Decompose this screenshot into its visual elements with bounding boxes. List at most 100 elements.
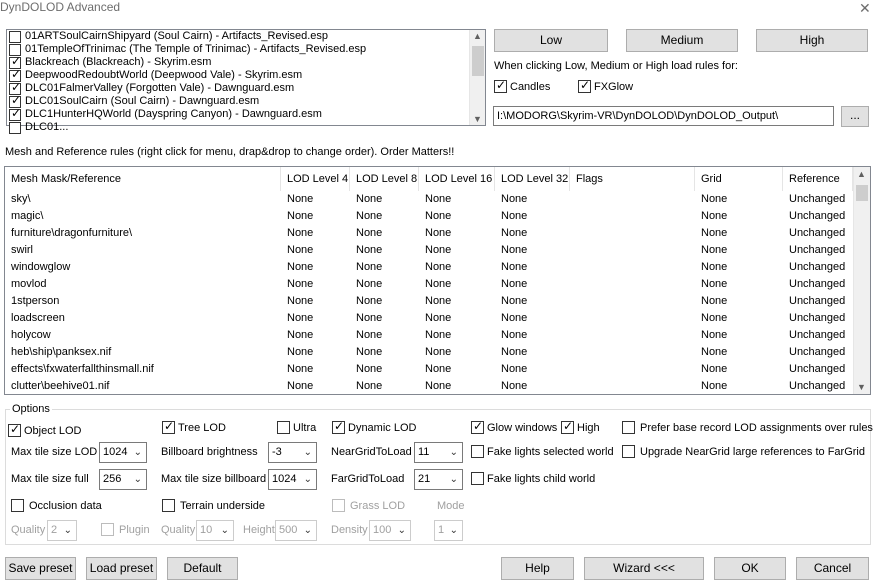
- fxglow-check-icon[interactable]: [578, 78, 591, 93]
- fake-lights-child-label: Fake lights child world: [487, 472, 596, 485]
- upgrade-neargrid-check-icon[interactable]: [622, 445, 635, 458]
- max-tile-size-lod-select[interactable]: 1024 ⌄: [99, 442, 147, 463]
- table-cell: None: [287, 227, 314, 239]
- worldspace-list-item[interactable]: DeepwoodRedoubtWorld (Deepwood Vale) - S…: [7, 68, 485, 82]
- rules-caption: Mesh and Reference rules (right click fo…: [5, 146, 455, 158]
- fxglow-checkbox[interactable]: FXGlow: [578, 78, 633, 93]
- high-button[interactable]: High: [756, 29, 868, 52]
- close-icon[interactable]: ✕: [859, 0, 871, 17]
- fake-lights-child-checkbox[interactable]: Fake lights child world: [471, 472, 595, 485]
- load-preset-button[interactable]: Load preset: [86, 557, 157, 580]
- table-cell: [570, 225, 695, 242]
- save-preset-button[interactable]: Save preset: [5, 557, 76, 580]
- wizard-button[interactable]: Wizard <<<: [584, 557, 704, 580]
- worldspace-list-item[interactable]: DLC1HunterHQWorld (Dayspring Canyon) - D…: [7, 107, 485, 121]
- worldspace-list-item[interactable]: 01ARTSoulCairnShipyard (Soul Cairn) - Ar…: [7, 30, 485, 43]
- upgrade-neargrid-checkbox[interactable]: Upgrade NearGrid large references to Far…: [622, 445, 865, 458]
- scrollbar-thumb[interactable]: [856, 185, 868, 201]
- occlusion-data-checkbox[interactable]: Occlusion data: [11, 499, 102, 512]
- candles-checkbox[interactable]: Candles: [494, 78, 550, 93]
- fake-lights-selected-checkbox[interactable]: Fake lights selected world: [471, 445, 614, 458]
- column-header[interactable]: LOD Level 16: [419, 167, 495, 191]
- column-header[interactable]: Grid: [695, 167, 783, 191]
- worldspace-list-item[interactable]: 01TempleOfTrinimac (The Temple of Trinim…: [7, 43, 485, 56]
- object-lod-checkbox[interactable]: Object LOD: [8, 422, 81, 437]
- table-cell: magic\: [11, 210, 44, 222]
- worldspace-list-item[interactable]: Blackreach (Blackreach) - Skyrim.esm: [7, 55, 485, 69]
- dynamic-lod-checkbox[interactable]: Dynamic LOD: [332, 419, 416, 434]
- output-path-input[interactable]: I:\MODORG\Skyrim-VR\DynDOLOD\DynDOLOD_Ou…: [493, 106, 834, 126]
- worldspace-list-item[interactable]: DLC01SoulCairn (Soul Cairn) - Dawnguard.…: [7, 94, 485, 108]
- table-cell: None: [701, 227, 728, 239]
- glow-windows-check-icon[interactable]: [471, 419, 484, 434]
- table-cell: None: [356, 312, 383, 324]
- worldspace-list-item[interactable]: DLC01...: [7, 121, 485, 134]
- column-header[interactable]: Flags: [570, 167, 695, 191]
- tree-lod-checkbox[interactable]: Tree LOD: [162, 419, 226, 434]
- max-tile-size-full-select[interactable]: 256 ⌄: [99, 469, 147, 490]
- table-cell: effects\fxwaterfallthinsmall.nif: [11, 363, 154, 375]
- browse-button[interactable]: ...: [841, 106, 869, 127]
- table-cell: None: [287, 295, 314, 307]
- ultra-check-icon[interactable]: [277, 421, 290, 434]
- table-cell: None: [501, 346, 528, 358]
- scroll-down-icon[interactable]: ▼: [857, 382, 866, 392]
- terrain-quality-label: Quality: [161, 524, 196, 536]
- worldspace-list-scrollbar[interactable]: ▲ ▼: [469, 30, 485, 125]
- rules-grid[interactable]: Mesh Mask/Reference LOD Level 4 LOD Level …: [4, 166, 871, 395]
- column-header[interactable]: LOD Level 32: [495, 167, 570, 191]
- help-button[interactable]: Help: [501, 557, 574, 580]
- glow-windows-checkbox[interactable]: Glow windows: [471, 419, 557, 434]
- terrain-underside-checkbox[interactable]: Terrain underside: [162, 499, 265, 512]
- dynamic-lod-check-icon[interactable]: [332, 419, 345, 434]
- table-cell: None: [425, 193, 452, 205]
- worldspace-label: DLC01SoulCairn (Soul Cairn) - Dawnguard.…: [25, 95, 260, 107]
- scroll-up-icon[interactable]: ▲: [857, 169, 866, 179]
- scroll-down-icon[interactable]: ▼: [473, 114, 482, 124]
- terrain-underside-check-icon[interactable]: [162, 499, 175, 512]
- high-check-icon[interactable]: [561, 419, 574, 434]
- default-button[interactable]: Default: [167, 557, 238, 580]
- table-cell: None: [501, 363, 528, 375]
- far-grid-select[interactable]: 21 ⌄: [414, 469, 463, 490]
- object-lod-check-icon[interactable]: [8, 422, 21, 437]
- table-cell: None: [356, 295, 383, 307]
- chevron-down-icon: ⌄: [303, 447, 312, 458]
- column-header[interactable]: Reference: [783, 167, 853, 191]
- scrollbar-thumb[interactable]: [472, 46, 484, 76]
- max-tile-size-billboard-label: Max tile size billboard: [161, 473, 267, 485]
- table-cell: None: [356, 244, 383, 256]
- tree-lod-check-icon[interactable]: [162, 419, 175, 434]
- low-button[interactable]: Low: [494, 29, 608, 52]
- table-cell: None: [701, 261, 728, 273]
- candles-check-icon[interactable]: [494, 78, 507, 93]
- cancel-button[interactable]: Cancel: [796, 557, 869, 580]
- worldspace-list[interactable]: 01ARTSoulCairnShipyard (Soul Cairn) - Ar…: [6, 29, 486, 134]
- medium-button[interactable]: Medium: [626, 29, 738, 52]
- table-cell: None: [701, 329, 728, 341]
- quality-value: 2: [51, 524, 58, 536]
- ultra-checkbox[interactable]: Ultra: [277, 421, 316, 434]
- table-cell: None: [501, 312, 528, 324]
- fake-lights-child-check-icon[interactable]: [471, 472, 484, 485]
- prefer-base-record-checkbox[interactable]: Prefer base record LOD assignments over …: [622, 421, 873, 434]
- column-header[interactable]: LOD Level 8: [350, 167, 419, 191]
- chevron-down-icon: ⌄: [449, 474, 458, 485]
- high-checkbox[interactable]: High: [561, 419, 600, 434]
- ok-button[interactable]: OK: [714, 557, 786, 580]
- worldspace-list-item[interactable]: DLC01FalmerValley (Forgotten Vale) - Daw…: [7, 81, 485, 95]
- fake-lights-selected-check-icon[interactable]: [471, 445, 484, 458]
- rules-grid-scrollbar[interactable]: ▲ ▼: [853, 167, 870, 394]
- far-grid-label: FarGridToLoad: [331, 473, 405, 485]
- column-header[interactable]: LOD Level 4: [281, 167, 350, 191]
- prefer-base-record-check-icon[interactable]: [622, 421, 635, 434]
- near-grid-select[interactable]: 11 ⌄: [414, 442, 463, 463]
- billboard-brightness-select[interactable]: -3 ⌄: [268, 442, 317, 463]
- occlusion-data-check-icon[interactable]: [11, 499, 24, 512]
- worldspace-check-icon[interactable]: [9, 121, 21, 134]
- scroll-up-icon[interactable]: ▲: [473, 31, 482, 41]
- column-header[interactable]: Mesh Mask/Reference: [5, 167, 281, 191]
- worldspace-check-icon[interactable]: [9, 30, 21, 43]
- max-tile-size-billboard-select[interactable]: 1024 ⌄: [268, 469, 317, 490]
- worldspace-check-icon[interactable]: [9, 107, 21, 121]
